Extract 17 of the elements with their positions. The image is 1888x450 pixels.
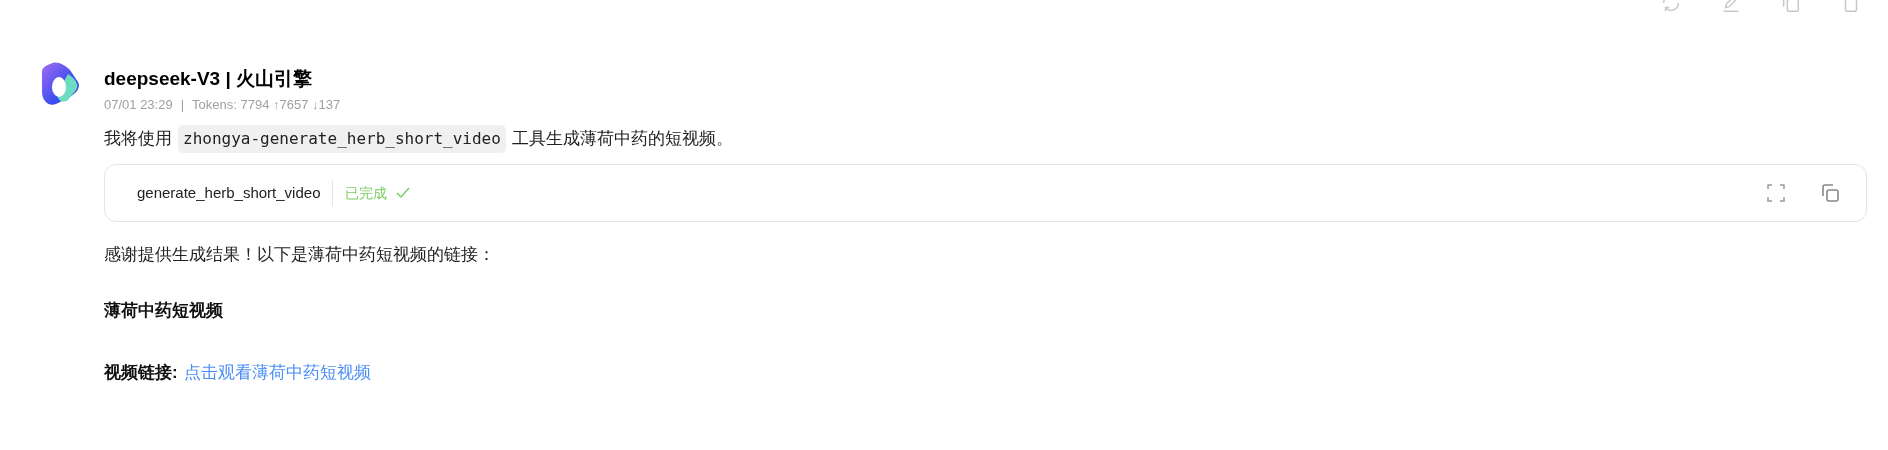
assistant-avatar-icon	[42, 60, 82, 106]
timestamp: 07/01 23:29	[104, 96, 173, 114]
section-heading: 薄荷中药短视频	[104, 300, 224, 322]
status-text: 已完成	[345, 183, 388, 203]
expand-icon[interactable]	[1766, 183, 1786, 203]
token-count: Tokens: 7794 ↑7657 ↓137	[192, 96, 341, 114]
intro-text: 工具生成薄荷中药的短视频。	[511, 128, 733, 151]
intro-text: 我将使用	[104, 128, 172, 151]
inline-code: zhongya-generate_herb_short_video	[178, 125, 506, 153]
video-link[interactable]: 点击观看薄荷中药短视频	[183, 360, 371, 386]
model-name: deepseek-V3 | 火山引擎	[104, 67, 314, 91]
tool-name: generate_herb_short_video	[137, 180, 334, 206]
copy-icon[interactable]	[1820, 183, 1840, 203]
check-icon	[395, 185, 412, 201]
link-label: 视频链接:	[104, 362, 178, 384]
reply-text: 感谢提供生成结果！以下是薄荷中药短视频的链接：	[104, 244, 496, 266]
separator: |	[180, 96, 185, 114]
